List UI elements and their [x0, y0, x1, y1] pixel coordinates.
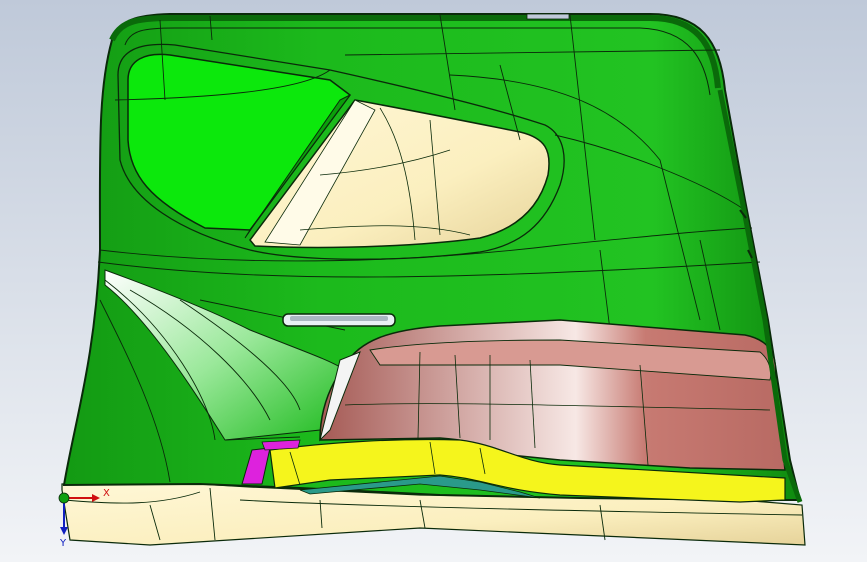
cad-viewport[interactable]: X Y	[0, 0, 867, 562]
x-axis-label: X	[103, 488, 110, 499]
origin-marker	[58, 492, 70, 504]
y-axis-label: Y	[59, 538, 67, 549]
top-clip	[526, 13, 570, 20]
door-panel-model[interactable]: X Y	[0, 0, 867, 562]
